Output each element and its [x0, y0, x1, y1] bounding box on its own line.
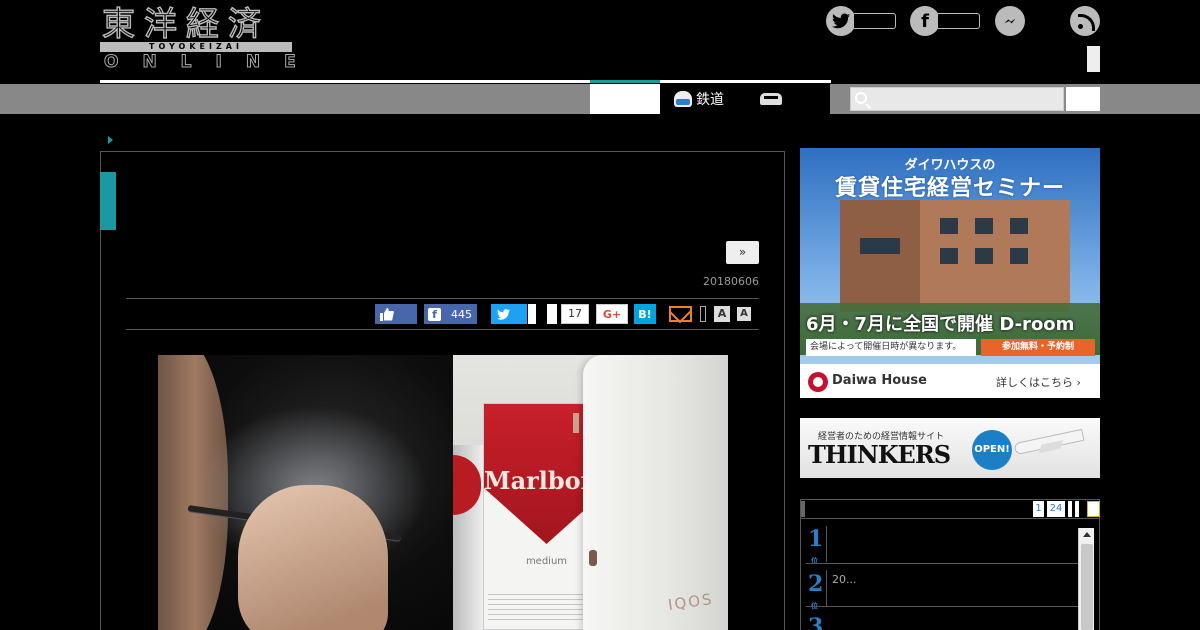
ranking-tab-extra[interactable]: [1087, 501, 1100, 517]
ad1-window: [1010, 248, 1028, 264]
photo-cigarettes-and-device: Marlboro medium IQOS: [453, 355, 728, 630]
scroll-up-icon[interactable]: [1083, 532, 1091, 537]
train-icon: [674, 91, 692, 107]
tweet-button[interactable]: [491, 304, 527, 324]
ad1-note: 会場によって開催日時が異なります。: [806, 339, 976, 356]
share-rule-top: [126, 298, 759, 299]
ad1-details-link[interactable]: 詳しくはこちら ›: [996, 374, 1081, 390]
facebook-count-box: [938, 13, 980, 29]
ad1-building-side: [840, 200, 920, 312]
ranking-separator: [826, 570, 827, 606]
logo-online: ONLINE: [104, 52, 320, 72]
header-divider-accent: [590, 80, 660, 83]
search-button[interactable]: [1066, 87, 1100, 111]
google-plus-count: 17: [561, 304, 589, 324]
print-button[interactable]: [700, 306, 706, 322]
login-button[interactable]: [1087, 46, 1100, 72]
ad1-cta: 参加無料・予約制: [981, 339, 1095, 356]
ad1-title: 賃貸住宅経営セミナー: [834, 176, 1065, 201]
nav-item-railway[interactable]: 鉄道: [696, 89, 724, 109]
google-plus-button[interactable]: G+: [596, 304, 628, 324]
ranking-divider: [806, 606, 1078, 607]
share-rule-bottom: [126, 329, 759, 330]
facebook-like-button[interactable]: [375, 304, 417, 324]
twitter-icon: [826, 6, 856, 36]
photo-heated-tobacco-device: [573, 355, 728, 630]
ranking-item-3-rank[interactable]: 3 位: [808, 616, 823, 630]
daiwa-house-ad[interactable]: ダイワハウスの 賃貸住宅経営セミナー 6月・7月に全国で開催 D-room 会場…: [800, 148, 1100, 398]
ranking-item-1-rank[interactable]: 1 位: [808, 526, 824, 565]
nav-item-active[interactable]: [590, 84, 660, 114]
google-plus-count-edge: [547, 304, 557, 324]
ranking-header-accent: [801, 501, 805, 517]
ranking-tab-monthly[interactable]: [1075, 501, 1079, 517]
ranking-number: 3: [808, 614, 824, 630]
daiwa-house-logo-icon: [808, 372, 828, 392]
facebook-icon: f: [910, 6, 940, 36]
facebook-follow[interactable]: f: [910, 6, 980, 36]
search-icon: [855, 92, 867, 104]
ranking-divider: [806, 563, 1078, 564]
ad1-window: [940, 248, 958, 264]
twitter-icon: [497, 308, 510, 320]
ad2-title: THINKERS: [808, 440, 951, 469]
thinkers-ad[interactable]: 経営者のための経営情報サイト THINKERS OPEN!: [800, 418, 1100, 478]
ad1-date-line: 6月・7月に全国で開催 D-room: [806, 314, 1075, 335]
messenger-share[interactable]: [995, 6, 1025, 36]
search-input[interactable]: [850, 87, 1064, 111]
ad1-window: [1010, 218, 1028, 234]
logo-romaji: TOYOKEIZAI: [149, 42, 243, 51]
article-date: 20180606: [703, 275, 759, 288]
messenger-icon: [995, 6, 1025, 36]
rss-icon[interactable]: [1070, 6, 1100, 36]
ad1-footer: Daiwa House 詳しくはこちら ›: [800, 364, 1100, 398]
ranking-number: 1: [808, 526, 824, 552]
facebook-share-button[interactable]: f 445: [424, 304, 477, 324]
ranking-scrollbar[interactable]: [1078, 528, 1094, 630]
next-page-button[interactable]: »: [726, 241, 759, 264]
ranking-tab-24h[interactable]: 24: [1047, 501, 1065, 517]
twitter-follow[interactable]: [826, 6, 896, 36]
header-divider: [100, 80, 831, 83]
hatena-bookmark-button[interactable]: B!: [634, 304, 656, 324]
ad1-brand: Daiwa House: [832, 373, 927, 388]
facebook-icon: f: [428, 307, 441, 321]
thumbs-up-icon: [380, 307, 394, 321]
nav-category-group: 鉄道: [660, 84, 830, 114]
twitter-count-box: [854, 13, 896, 29]
facebook-share-count: 445: [451, 307, 472, 321]
ranking-item-2-title[interactable]: 20...: [832, 573, 857, 586]
mail-icon[interactable]: [669, 306, 692, 322]
ranking-tab-1h[interactable]: 1: [1033, 501, 1044, 517]
ranking-unit: 位: [811, 557, 818, 565]
photo-device-button: [589, 550, 597, 566]
ranking-tab-weekly[interactable]: [1068, 501, 1072, 517]
photo-vaping-woman: [158, 355, 453, 630]
ranking-item-2-rank[interactable]: 2 位: [808, 571, 824, 610]
font-size-large-button[interactable]: A: [737, 307, 751, 321]
tweet-count-box: [528, 304, 536, 324]
article-title-accent: [100, 172, 116, 230]
site-logo[interactable]: 東洋経済 TOYOKEIZAI ONLINE: [100, 4, 296, 72]
ad1-window: [975, 218, 993, 234]
jet-icon: [1013, 428, 1085, 456]
ranking-separator: [826, 526, 827, 562]
ad1-window: [940, 218, 958, 234]
article-photo: Marlboro medium IQOS: [158, 355, 728, 630]
ranking-number: 2: [808, 571, 824, 597]
breadcrumb-arrow-icon: [108, 136, 113, 144]
ad1-balcony: [860, 238, 900, 254]
font-size-small-button[interactable]: A: [714, 306, 730, 322]
photo-device-slot: [573, 413, 579, 433]
photo-pack-left: [453, 445, 483, 630]
car-icon[interactable]: [760, 93, 782, 105]
ad1-window: [975, 248, 993, 264]
scroll-thumb[interactable]: [1081, 544, 1093, 630]
ad2-open-badge: OPEN!: [972, 430, 1012, 470]
photo-hand: [238, 485, 388, 630]
logo-japanese: 東洋経済: [101, 4, 270, 43]
